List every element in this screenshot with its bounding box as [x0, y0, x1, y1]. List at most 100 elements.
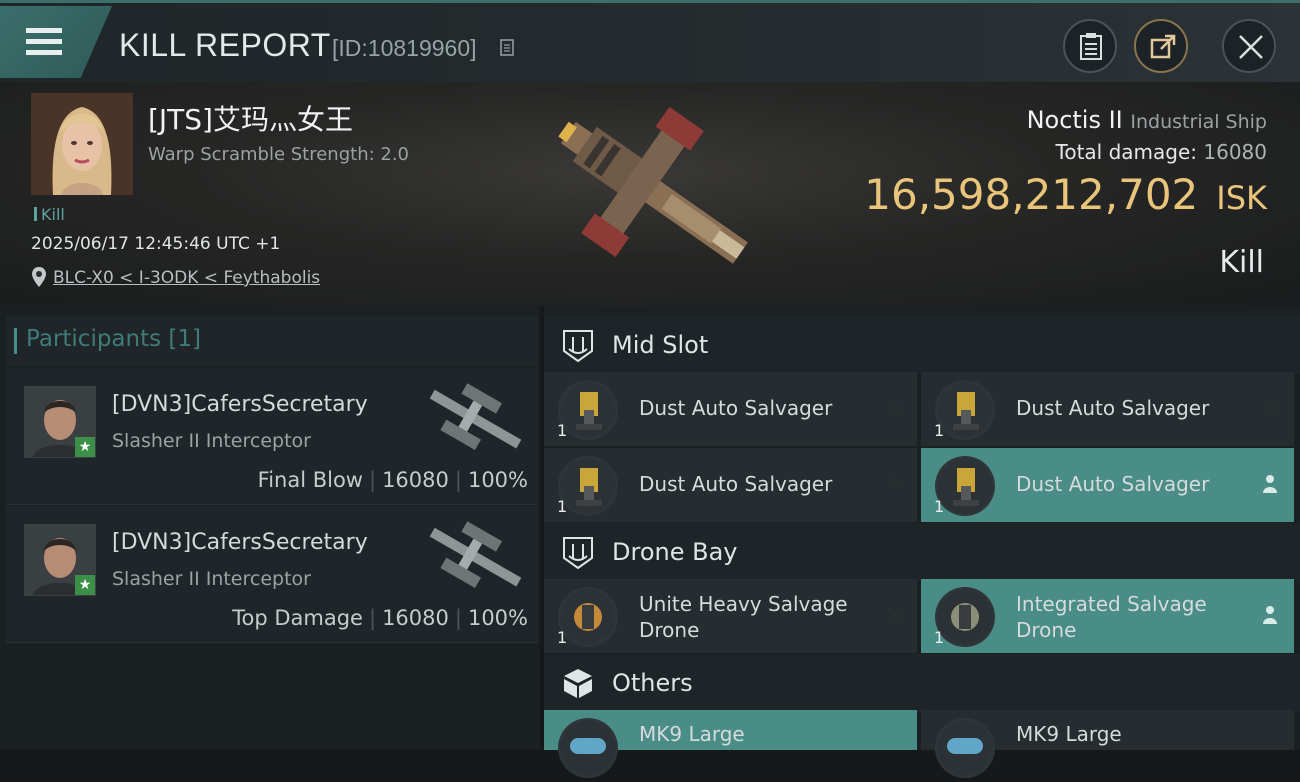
participants-count: [1]	[168, 326, 202, 352]
page-title: KILL REPORT	[119, 27, 331, 63]
destroyed-icon: ✕	[1261, 396, 1280, 421]
user-icon	[1263, 475, 1277, 493]
others-label: Others	[612, 669, 693, 697]
kill-type-label: Kill	[1219, 245, 1264, 280]
share-button[interactable]	[1134, 19, 1188, 73]
close-button[interactable]	[1222, 19, 1276, 73]
clipboard-button[interactable]	[1063, 19, 1117, 73]
item-quantity: 1	[934, 497, 945, 516]
destroyed-icon: ✕	[884, 396, 903, 421]
divider: |	[368, 606, 377, 630]
participant-row[interactable]: ★ [DVN3]CafersSecretary Slasher II Inter…	[6, 368, 538, 505]
header-bar: KILL REPORT [ID:10819960]	[0, 0, 1300, 82]
divider: |	[454, 468, 462, 492]
item-name: Dust Auto Salvager	[639, 396, 833, 420]
location-link[interactable]: BLC-X0 < I-3ODK < Feythabolis	[53, 268, 320, 288]
item-name-line: Unite Heavy Salvage	[639, 592, 848, 616]
drone-bay-label: Drone Bay	[612, 538, 738, 566]
participant-stats: Top Damage | 16080 | 100%	[232, 606, 528, 630]
fitting-item[interactable]: 1 Dust Auto Salvager ✕	[544, 448, 917, 522]
item-name: Integrated Salvage Drone	[1016, 591, 1236, 643]
participant-percent: 100%	[467, 606, 528, 630]
star-icon: ★	[75, 437, 95, 457]
fitting-item-dropped[interactable]: 1 Dust Auto Salvager	[921, 448, 1294, 522]
participant-avatar: ★	[24, 524, 96, 596]
item-name: MK9 Large	[1016, 722, 1122, 746]
fitting-item[interactable]: 1 Dust Auto Salvager ✕	[921, 372, 1294, 446]
participant-row[interactable]: ★ [DVN3]CafersSecretary Slasher II Inter…	[6, 506, 538, 643]
item-name: MK9 Large	[639, 722, 745, 746]
cube-icon	[564, 669, 592, 698]
participant-avatar: ★	[24, 386, 96, 458]
item-name: Unite Heavy Salvage Drone	[639, 591, 859, 643]
isk-value: 16,598,212,702 ISK	[864, 170, 1267, 219]
copy-icon[interactable]	[500, 39, 516, 57]
fitting-item[interactable]: MK9 Large	[921, 710, 1294, 778]
kill-tag: Kill	[34, 205, 65, 224]
fitting-item[interactable]: 1 Dust Auto Salvager ✕	[544, 372, 917, 446]
participant-name: [DVN3]CafersSecretary	[112, 530, 368, 555]
hamburger-icon	[26, 28, 62, 55]
total-damage-value: 16080	[1203, 140, 1267, 164]
portrait-image	[31, 93, 133, 195]
destroyed-icon: ✕	[884, 472, 903, 497]
participants-title: Participants [1]	[13, 326, 202, 354]
item-name: Dust Auto Salvager	[639, 472, 833, 496]
participant-damage: 16080	[382, 606, 449, 630]
participant-ship: Slasher II Interceptor	[112, 568, 311, 590]
share-icon	[1150, 34, 1176, 59]
user-icon	[1263, 606, 1277, 624]
star-icon: ★	[75, 575, 95, 595]
victim-ship-image	[558, 106, 748, 264]
participant-ship-image	[429, 521, 522, 589]
menu-button[interactable]	[0, 6, 112, 78]
participants-label: Participants	[26, 326, 162, 352]
fitting-item-dropped[interactable]: MK9 Large	[544, 710, 917, 778]
location-pin-icon	[32, 267, 46, 287]
item-name-line: Drone	[639, 618, 700, 642]
kill-datetime: 2025/06/17 12:45:46 UTC +1	[31, 234, 281, 254]
participant-damage: 16080	[382, 468, 449, 492]
item-name: Dust Auto Salvager	[1016, 472, 1210, 496]
ship-class-text: Industrial Ship	[1130, 111, 1267, 133]
item-quantity: 1	[934, 628, 945, 647]
divider: |	[454, 606, 462, 630]
victim-ship-name[interactable]: Noctis II Industrial Ship	[1027, 106, 1267, 134]
participant-role: Final Blow	[257, 468, 363, 492]
total-damage: Total damage: 16080	[1056, 140, 1267, 164]
fitting-item-dropped[interactable]: 1 Integrated Salvage Drone	[921, 579, 1294, 653]
item-name-line: Integrated Salvage	[1016, 592, 1207, 616]
victim-portrait[interactable]	[31, 93, 133, 195]
module-slot-icon	[563, 330, 593, 363]
item-name: Dust Auto Salvager	[1016, 396, 1210, 420]
item-name-line: Drone	[1016, 618, 1077, 642]
participant-name: [DVN3]CafersSecretary	[112, 392, 368, 417]
divider: |	[368, 468, 377, 492]
participant-ship-image	[429, 383, 522, 451]
drone-bay-icon	[563, 537, 593, 570]
close-icon	[1239, 35, 1263, 59]
isk-amount: 16,598,212,702	[864, 170, 1199, 219]
mid-slot-label: Mid Slot	[612, 331, 709, 359]
item-quantity: 1	[557, 421, 568, 440]
participant-stats: Final Blow | 16080 | 100%	[258, 468, 528, 492]
mid-slot-header: Mid Slot	[544, 316, 1300, 374]
item-quantity: 1	[557, 628, 568, 647]
victim-subtitle: Warp Scramble Strength: 2.0	[148, 144, 410, 165]
isk-unit: ISK	[1216, 179, 1267, 217]
participant-percent: 100%	[467, 468, 528, 492]
report-id: [ID:10819960]	[332, 35, 477, 61]
total-damage-label: Total damage:	[1055, 140, 1198, 164]
fitting-item[interactable]: 1 Unite Heavy Salvage Drone ✕	[544, 579, 917, 653]
victim-name[interactable]: [JTS]艾玛灬女王	[148, 98, 353, 138]
item-quantity: 1	[934, 421, 945, 440]
participant-ship: Slasher II Interceptor	[112, 430, 311, 452]
destroyed-icon: ✕	[884, 603, 903, 628]
participant-role: Top Damage	[232, 606, 363, 630]
drone-bay-header: Drone Bay	[544, 523, 1300, 581]
booster-icon	[558, 718, 618, 778]
others-header: Others	[544, 654, 1300, 712]
ship-name-text: Noctis II	[1026, 106, 1123, 134]
clipboard-icon	[1080, 33, 1102, 60]
item-quantity: 1	[557, 497, 568, 516]
